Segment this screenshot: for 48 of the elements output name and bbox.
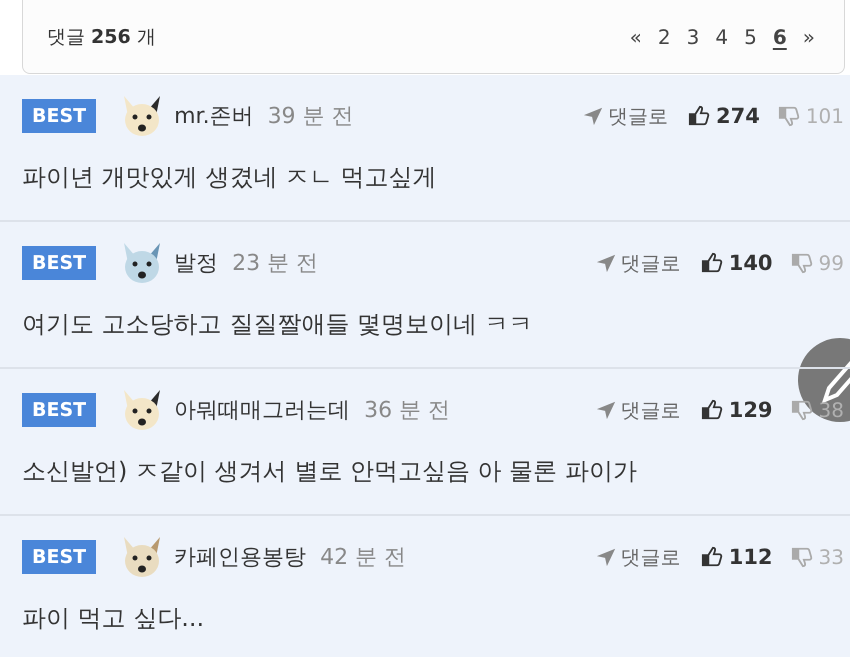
- thumbs-up-icon: [700, 546, 723, 568]
- dislike-count: 99: [818, 251, 844, 275]
- thumbs-down-icon: [790, 546, 813, 568]
- send-arrow-icon: [594, 399, 617, 421]
- thumbs-up-icon: [700, 252, 723, 274]
- like-count: 274: [716, 104, 760, 128]
- send-arrow-icon: [594, 252, 617, 274]
- comment-text: 소신발언) ㅈ같이 생겨서 별로 안먹고싶음 아 물론 파이가: [22, 456, 638, 487]
- timestamp: 42 분 전: [320, 544, 406, 572]
- send-arrow-icon: [582, 105, 604, 127]
- best-badge: BEST: [22, 540, 96, 574]
- dislike-count: 101: [806, 104, 844, 128]
- timestamp: 36 분 전: [364, 397, 450, 425]
- best-badge: BEST: [22, 393, 96, 427]
- last-page-link[interactable]: »: [802, 24, 816, 48]
- author-name[interactable]: 아뭐때매그러는데: [174, 395, 350, 425]
- best-badge: BEST: [22, 246, 96, 280]
- comment-text: 파이년 개맛있게 생겼네 ㅈㄴ 먹고싶게: [22, 162, 438, 193]
- author-name[interactable]: 카페인용봉탕: [174, 542, 306, 572]
- first-page-link[interactable]: «: [628, 24, 643, 48]
- like-count: 112: [728, 545, 773, 569]
- author-name[interactable]: 발정: [174, 248, 218, 278]
- reply-link[interactable]: 댓글로: [620, 544, 681, 570]
- reply-link[interactable]: 댓글로: [608, 102, 668, 130]
- thumbs-up-icon: [688, 105, 710, 127]
- page-link[interactable]: 6: [772, 24, 788, 48]
- page-link[interactable]: 4: [714, 24, 730, 48]
- comment-text: 파이 먹고 싶다...: [22, 603, 206, 634]
- dislike-count: 38: [818, 398, 844, 422]
- thumbs-down-icon: [790, 252, 813, 274]
- timestamp: 39 분 전: [268, 103, 354, 131]
- page-link[interactable]: 3: [686, 24, 700, 48]
- page-link[interactable]: 2: [656, 24, 672, 48]
- reply-link[interactable]: 댓글로: [620, 250, 681, 276]
- best-badge: BEST: [22, 99, 96, 133]
- author-name[interactable]: mr.존버: [174, 101, 254, 131]
- send-arrow-icon: [594, 546, 617, 568]
- dislike-count: 33: [818, 545, 844, 569]
- like-count: 140: [728, 251, 773, 275]
- reply-link[interactable]: 댓글로: [620, 396, 681, 424]
- thumbs-down-icon: [778, 105, 800, 127]
- comment-count: 댓글 256 개: [47, 24, 156, 50]
- like-count: 129: [728, 398, 773, 422]
- comment-text: 여기도 고소당하고 질질짤애들 몇명보이네 ㅋㅋ: [22, 309, 534, 340]
- thumbs-up-icon: [700, 399, 723, 421]
- thumbs-down-icon: [790, 399, 813, 421]
- timestamp: 23 분 전: [232, 250, 318, 278]
- page-link[interactable]: 5: [743, 24, 758, 48]
